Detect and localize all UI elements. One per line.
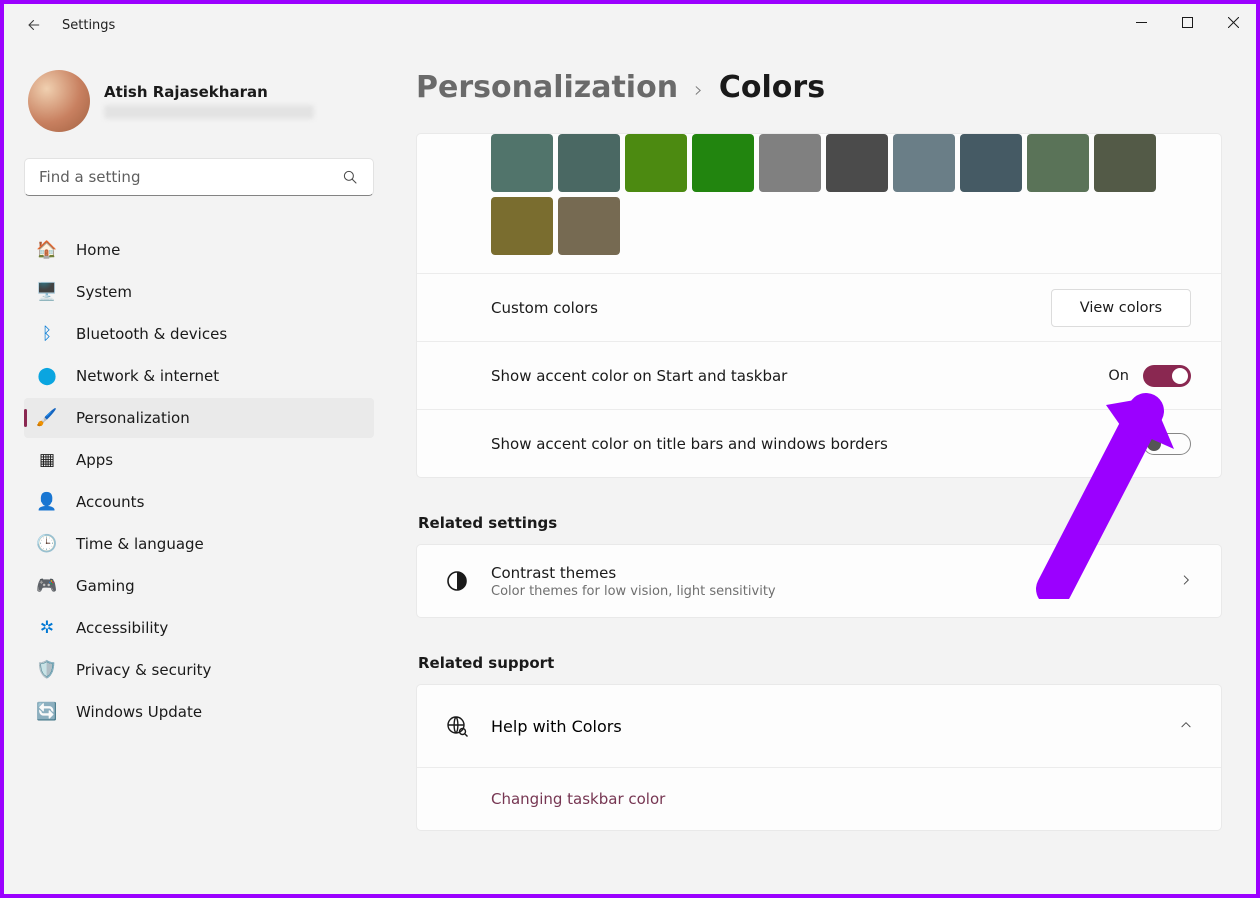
help-link-taskbar-color[interactable]: Changing taskbar color: [417, 767, 1221, 830]
system-icon: 🖥️: [36, 281, 58, 303]
maximize-button[interactable]: [1164, 4, 1210, 40]
nav-update[interactable]: 🔄Windows Update: [24, 692, 374, 732]
contrast-icon: [439, 563, 475, 599]
network-icon: ⬤: [36, 365, 58, 387]
nav-system[interactable]: 🖥️System: [24, 272, 374, 312]
bluetooth-icon: ᛒ: [36, 323, 58, 345]
nav-gaming[interactable]: 🎮Gaming: [24, 566, 374, 606]
search-icon: [341, 168, 359, 186]
nav-home[interactable]: 🏠Home: [24, 230, 374, 270]
time-icon: 🕒: [36, 533, 58, 555]
home-icon: 🏠: [36, 239, 58, 261]
back-button[interactable]: [20, 13, 44, 37]
color-swatches: [491, 134, 1191, 255]
globe-search-icon: [439, 708, 475, 744]
user-name: Atish Rajasekharan: [104, 83, 314, 101]
breadcrumb-parent[interactable]: Personalization: [416, 70, 678, 105]
color-swatch[interactable]: [558, 134, 620, 192]
search-box[interactable]: [24, 158, 374, 196]
view-colors-button[interactable]: View colors: [1051, 289, 1191, 327]
related-settings-header: Related settings: [418, 514, 1222, 532]
sidebar: Atish Rajasekharan 🏠Home 🖥️System ᛒBluet…: [4, 46, 394, 894]
chevron-right-icon: [1179, 572, 1193, 591]
chevron-up-icon: [1179, 717, 1193, 736]
toggle-accent-titlebar[interactable]: [1143, 433, 1191, 455]
colors-card: Custom colors View colors Show accent co…: [416, 133, 1222, 478]
color-swatch[interactable]: [558, 197, 620, 255]
color-swatch[interactable]: [692, 134, 754, 192]
toggle-state-label: On: [1108, 368, 1129, 384]
user-profile[interactable]: Atish Rajasekharan: [24, 70, 382, 132]
nav-personalization[interactable]: 🖌️Personalization: [24, 398, 374, 438]
row-accent-titlebar: Show accent color on title bars and wind…: [417, 409, 1221, 477]
minimize-button[interactable]: [1118, 4, 1164, 40]
color-swatch[interactable]: [491, 197, 553, 255]
color-swatch[interactable]: [826, 134, 888, 192]
color-swatch[interactable]: [893, 134, 955, 192]
breadcrumb-current: Colors: [719, 70, 825, 105]
contrast-themes-link[interactable]: Contrast themes Color themes for low vis…: [416, 544, 1222, 618]
avatar: [28, 70, 90, 132]
accounts-icon: 👤: [36, 491, 58, 513]
help-with-colors[interactable]: Help with Colors: [417, 685, 1221, 767]
close-button[interactable]: [1210, 4, 1256, 40]
color-swatch[interactable]: [1094, 134, 1156, 192]
nav-accounts[interactable]: 👤Accounts: [24, 482, 374, 522]
user-email-redacted: [104, 105, 314, 119]
apps-icon: ▦: [36, 449, 58, 471]
app-title: Settings: [62, 18, 115, 33]
nav-time[interactable]: 🕒Time & language: [24, 524, 374, 564]
color-swatch[interactable]: [960, 134, 1022, 192]
row-custom-colors: Custom colors View colors: [417, 273, 1221, 341]
nav-bluetooth[interactable]: ᛒBluetooth & devices: [24, 314, 374, 354]
privacy-icon: 🛡️: [36, 659, 58, 681]
breadcrumb: Personalization › Colors: [416, 70, 1222, 105]
nav-apps[interactable]: ▦Apps: [24, 440, 374, 480]
nav-accessibility[interactable]: ✲Accessibility: [24, 608, 374, 648]
accessibility-icon: ✲: [36, 617, 58, 639]
search-input[interactable]: [39, 168, 341, 186]
gaming-icon: 🎮: [36, 575, 58, 597]
row-accent-start: Show accent color on Start and taskbar O…: [417, 341, 1221, 409]
nav-privacy[interactable]: 🛡️Privacy & security: [24, 650, 374, 690]
nav-network[interactable]: ⬤Network & internet: [24, 356, 374, 396]
color-swatch[interactable]: [625, 134, 687, 192]
toggle-accent-start[interactable]: [1143, 365, 1191, 387]
help-card: Help with Colors Changing taskbar color: [416, 684, 1222, 831]
chevron-right-icon: ›: [694, 78, 703, 103]
color-swatch[interactable]: [1027, 134, 1089, 192]
update-icon: 🔄: [36, 701, 58, 723]
personalization-icon: 🖌️: [36, 407, 58, 429]
color-swatch[interactable]: [491, 134, 553, 192]
related-support-header: Related support: [418, 654, 1222, 672]
color-swatch[interactable]: [759, 134, 821, 192]
main-content: Personalization › Colors Custom colors V…: [394, 46, 1256, 894]
